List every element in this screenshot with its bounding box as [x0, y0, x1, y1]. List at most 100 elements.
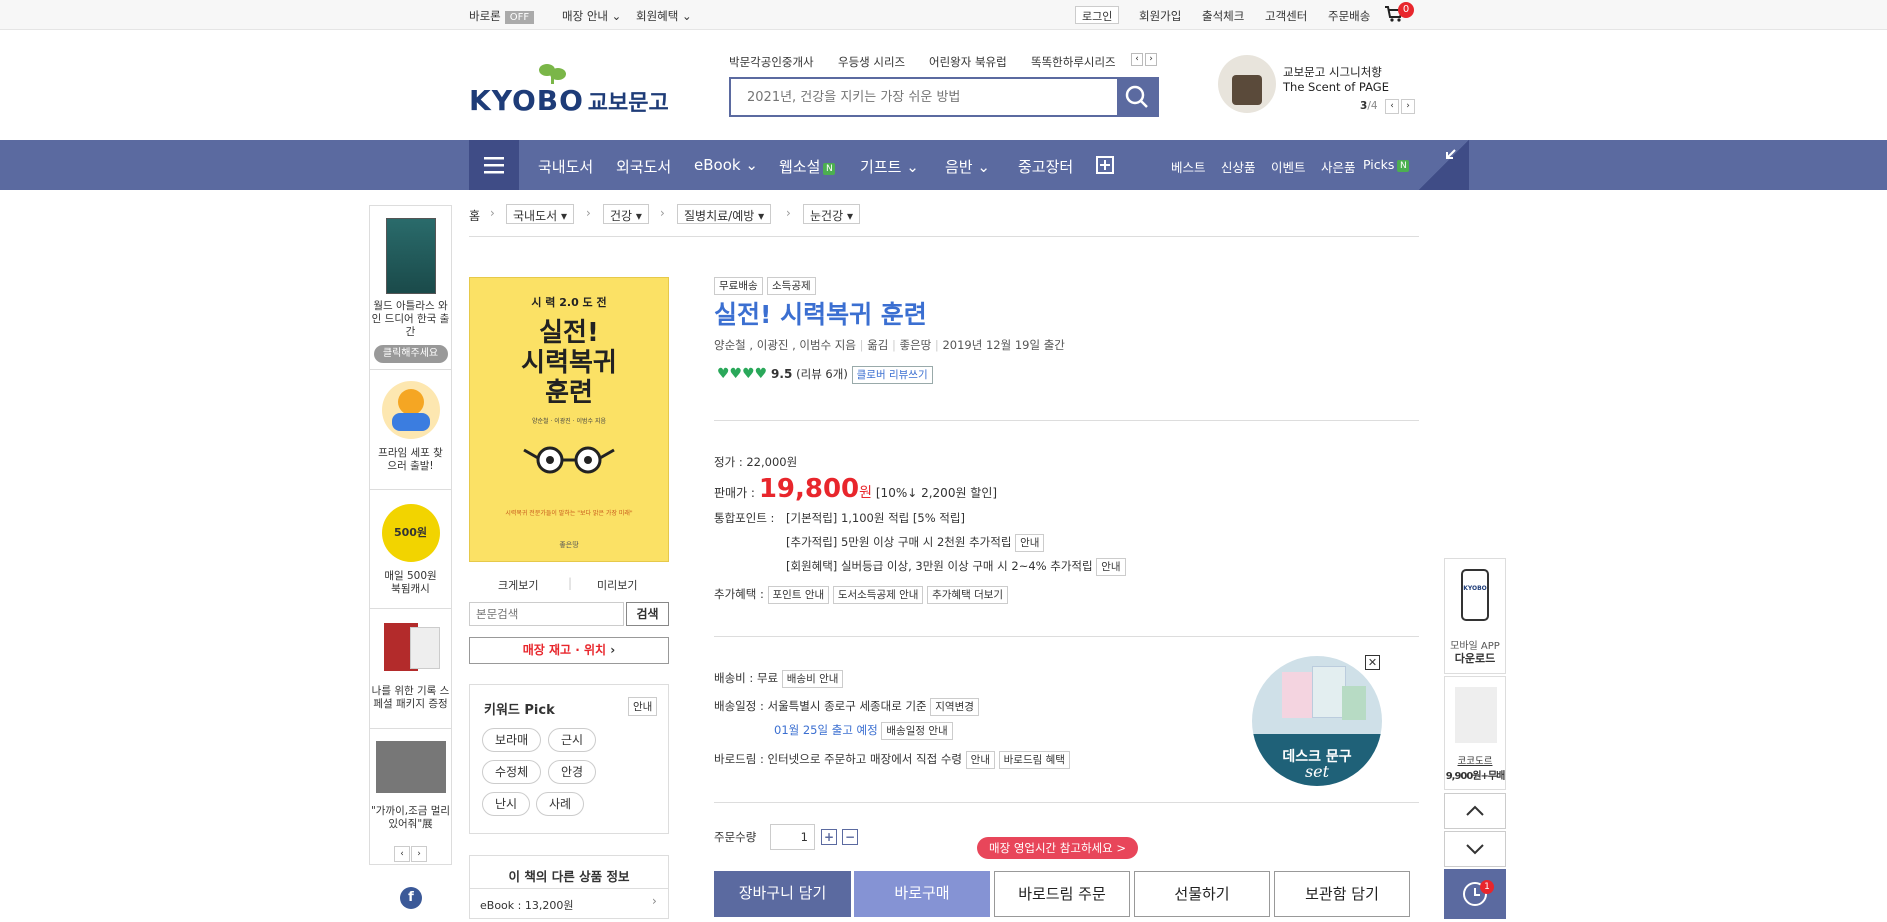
nav-new[interactable]: 신상품 [1221, 157, 1256, 176]
breadcrumb-level-4[interactable]: 눈건강 ▾ [803, 204, 860, 224]
series-link-3[interactable]: 어린왕자 북유럽 [929, 54, 1007, 70]
click-here-button[interactable]: 클릭해주세요 [373, 345, 448, 363]
attendance-link[interactable]: 출석체크 [1202, 8, 1244, 24]
nav-webnovel[interactable]: 웹소설 N [779, 156, 836, 177]
scroll-bottom-button[interactable] [1444, 831, 1506, 867]
nav-domestic-books[interactable]: 국내도서 [538, 156, 593, 177]
store-stock-button[interactable]: 매장 재고 · 위치 › [469, 637, 669, 664]
nav-music[interactable]: 음반 ⌄ [945, 156, 990, 177]
search-input[interactable] [731, 79, 1116, 115]
keyword-chip[interactable]: 사례 [536, 792, 585, 816]
keyword-guide-button[interactable]: 안내 [628, 697, 658, 716]
sidebar-prev-button[interactable]: ‹ [394, 846, 410, 862]
sidebar-next-button[interactable]: › [411, 846, 427, 862]
sidebar-promo-exhibition[interactable]: "가까이,조금 멀리 있어줘"展 [370, 741, 451, 831]
author-link[interactable]: 양순철 , 이광진 , 이범수 지음 [714, 338, 856, 352]
nav-best[interactable]: 베스트 [1171, 157, 1206, 176]
text-search-input[interactable] [469, 602, 624, 626]
breadcrumb-home[interactable]: 홈 [469, 207, 480, 224]
promo-prev-button[interactable]: ‹ [1385, 99, 1399, 114]
glasses-illustration [523, 446, 615, 474]
scroll-top-button[interactable] [1444, 793, 1506, 829]
sidebar-promo-prime-cell[interactable]: 프라임 세포 찾으러 출발! [370, 381, 451, 473]
view-large-link[interactable]: 크게보기 [498, 577, 538, 593]
nav-foreign-books[interactable]: 외국도서 [616, 156, 671, 177]
series-link-2[interactable]: 우등생 시리즈 [838, 54, 905, 70]
barodream-benefit-button[interactable]: 바로드림 혜택 [998, 751, 1070, 769]
clover-rating-icon: ♥♥♥♥ [717, 366, 768, 382]
text-search-button[interactable]: 검색 [626, 602, 669, 626]
baroron-label[interactable]: 바로론 OFF [469, 8, 535, 24]
preview-link[interactable]: 미리보기 [597, 577, 637, 593]
promo-thumbnail[interactable] [1218, 55, 1276, 113]
gift-button[interactable]: 선물하기 [1134, 871, 1270, 917]
barodream-order-button[interactable]: 바로드림 주문 [994, 871, 1130, 917]
series-next-button[interactable]: › [1145, 53, 1157, 66]
keyword-chip[interactable]: 안경 [548, 760, 597, 784]
breadcrumb-level-2[interactable]: 건강 ▾ [603, 204, 649, 224]
add-to-wishlist-button[interactable]: 보관함 담기 [1274, 871, 1410, 917]
nav-picks[interactable]: Picks N [1363, 157, 1410, 172]
menu-button[interactable] [469, 140, 519, 190]
quantity-minus-button[interactable]: − [842, 829, 858, 845]
right-ad-banner[interactable]: 코코도르 9,900원+무배 [1444, 676, 1506, 790]
left-promo-sidebar: 월드 아틀라스 와인 드디어 한국 출간 클릭해주세요 프라임 세포 찾으러 출… [369, 205, 452, 865]
guide-button[interactable]: 안내 [965, 751, 995, 769]
nav-ebook[interactable]: eBook ⌄ [694, 156, 758, 174]
desk-stationery-promo[interactable]: 데스크 문구 set [1252, 656, 1382, 786]
guide-button[interactable]: 안내 [1096, 558, 1126, 576]
keyword-chip[interactable]: 보라매 [482, 728, 542, 752]
quantity-input[interactable]: 1 [770, 824, 815, 850]
order-delivery-link[interactable]: 주문배송 [1328, 8, 1370, 24]
customer-center-link[interactable]: 고객센터 [1265, 8, 1307, 24]
write-review-button[interactable]: 클로버 리뷰쓰기 [851, 366, 933, 384]
collapse-corner-button[interactable] [1419, 140, 1469, 190]
sidebar-promo-package[interactable]: 나를 위한 기록 스페셜 패키지 증정 [370, 621, 451, 711]
ebook-price-link[interactable]: eBook : 13,200원 [480, 897, 573, 913]
quantity-plus-button[interactable]: + [821, 829, 837, 845]
add-to-cart-button[interactable]: 장바구니 담기 [714, 871, 851, 917]
close-icon[interactable]: ✕ [1365, 655, 1380, 670]
series-prev-button[interactable]: ‹ [1131, 53, 1143, 66]
promo-next-button[interactable]: › [1401, 99, 1415, 114]
keyword-chip[interactable]: 근시 [548, 728, 597, 752]
store-hours-tooltip[interactable]: 매장 영업시간 참고하세요 > [977, 837, 1138, 859]
promo-line1[interactable]: 교보문고 시그니처향 [1283, 64, 1382, 80]
keyword-chip[interactable]: 수정체 [482, 760, 542, 784]
recent-items-button[interactable]: 1 [1444, 869, 1506, 919]
login-button[interactable]: 로그인 [1075, 6, 1120, 24]
ship-fee-guide-button[interactable]: 배송비 안내 [781, 670, 844, 688]
sidebar-promo-cash[interactable]: 500원 매일 500원 북됨캐시 [370, 504, 451, 596]
more-benefits-button[interactable]: 추가혜택 더보기 [927, 586, 1009, 604]
series-link-4[interactable]: 똑똑한하루시리즈 [1031, 54, 1116, 70]
member-benefit-link[interactable]: 회원혜택 ⌄ [636, 8, 692, 24]
tax-guide-button[interactable]: 도서소득공제 안내 [832, 586, 924, 604]
nav-freebie[interactable]: 사은품 [1321, 157, 1356, 176]
guide-button[interactable]: 안내 [1015, 534, 1045, 552]
add-menu-icon[interactable] [1096, 156, 1114, 174]
keyword-chip[interactable]: 난시 [482, 792, 531, 816]
ship-schedule-guide-button[interactable]: 배송일정 안내 [881, 722, 953, 740]
buy-now-button[interactable]: 바로구매 [854, 871, 990, 917]
review-count[interactable]: (리뷰 6개) [796, 367, 848, 381]
book-cover-image[interactable]: 시 력 2.0 도 전 실전! 시력복귀 훈련 양순철 · 이광진 · 이범수 지음… [469, 277, 669, 562]
search-button[interactable] [1117, 79, 1157, 115]
kyobo-logo[interactable]: KYOBO 교보문고 [469, 84, 669, 117]
breadcrumb-level-1[interactable]: 국내도서 ▾ [506, 204, 575, 224]
nav-used-market[interactable]: 중고장터 [1018, 156, 1073, 177]
sidebar-promo-wine[interactable]: 월드 아틀라스 와인 드디어 한국 출간 클릭해주세요 [370, 218, 451, 363]
publisher-link[interactable]: 좋은땅 [900, 338, 932, 352]
breadcrumb-level-3[interactable]: 질병치료/예방 ▾ [677, 204, 772, 224]
join-link[interactable]: 회원가입 [1139, 8, 1181, 24]
mobile-app-download[interactable]: KYOBO 모바일 APP 다운로드 [1444, 558, 1506, 674]
nav-gift[interactable]: 기프트 ⌄ [860, 156, 919, 177]
keyword-pick-title: 키워드 Pick [484, 703, 555, 718]
point-guide-button[interactable]: 포인트 안내 [767, 586, 830, 604]
store-info-link[interactable]: 매장 안내 ⌄ [562, 8, 621, 24]
off-badge[interactable]: OFF [504, 11, 535, 24]
nav-event[interactable]: 이벤트 [1271, 157, 1306, 176]
promo-line2[interactable]: The Scent of PAGE [1283, 80, 1389, 94]
series-link-1[interactable]: 박문각공인중개사 [729, 54, 814, 70]
region-change-button[interactable]: 지역변경 [930, 698, 979, 716]
facebook-icon[interactable]: f [400, 887, 422, 909]
